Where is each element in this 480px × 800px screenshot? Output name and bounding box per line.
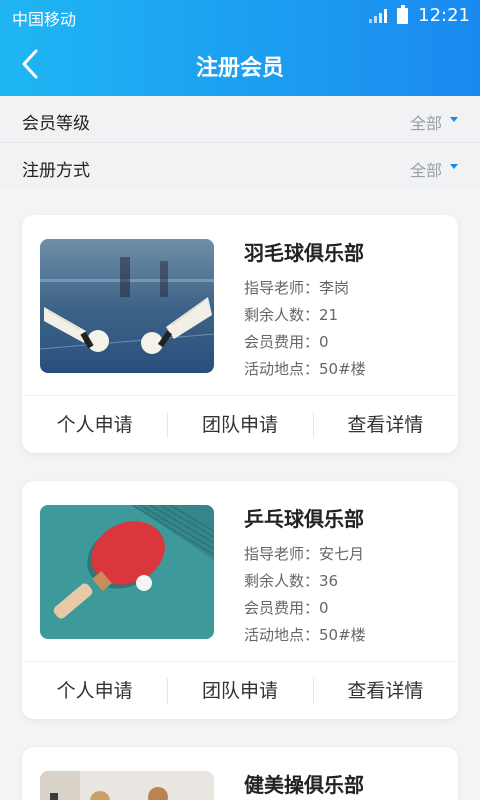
filter-value[interactable]: 全部	[410, 110, 442, 134]
info-value: 50#楼	[319, 360, 366, 378]
club-fee: 会员费用：0	[244, 331, 329, 352]
carrier-name: 中国移动	[12, 10, 77, 29]
club-card: 健美操俱乐部	[22, 747, 458, 800]
info-value: 21	[319, 306, 339, 324]
personal-apply-button[interactable]: 个人申请	[22, 662, 167, 720]
club-image	[40, 771, 214, 800]
team-apply-button[interactable]: 团队申请	[167, 662, 312, 720]
status-bar: 中国移动 12:21	[0, 0, 480, 32]
view-details-button[interactable]: 查看详情	[312, 662, 458, 720]
info-label: 活动地点：	[244, 626, 320, 644]
club-image	[40, 239, 214, 373]
filter-bar: 会员等级 全部 注册方式 全部	[0, 96, 480, 189]
caret-down-icon	[450, 164, 458, 169]
filter-value[interactable]: 全部	[410, 157, 442, 181]
filter-label: 会员等级	[22, 114, 90, 134]
status-icons: 12:21	[369, 4, 470, 26]
card-actions: 个人申请 团队申请 查看详情	[22, 395, 458, 453]
info-label: 活动地点：	[244, 360, 320, 378]
personal-apply-button[interactable]: 个人申请	[22, 396, 167, 454]
filter-label: 注册方式	[22, 161, 90, 181]
club-fee: 会员费用：0	[244, 597, 329, 618]
signal-icon	[369, 8, 388, 23]
info-value: 50#楼	[319, 626, 366, 644]
page-title: 注册会员	[195, 56, 284, 81]
info-label: 指导老师：	[244, 279, 320, 297]
club-name: 乒乓球俱乐部	[244, 507, 364, 531]
info-value: 李岗	[319, 279, 350, 297]
club-teacher: 指导老师：安七月	[244, 543, 364, 564]
info-value: 安七月	[319, 545, 365, 563]
info-value: 36	[319, 572, 339, 590]
club-card: 乒乓球俱乐部 指导老师：安七月 剩余人数：36 会员费用：0 活动地点：50#楼…	[22, 481, 458, 719]
club-remaining: 剩余人数：36	[244, 570, 338, 591]
app-header: 中国移动 12:21 注册会员	[0, 0, 480, 96]
info-label: 会员费用：	[244, 599, 320, 617]
club-name: 羽毛球俱乐部	[244, 241, 364, 265]
filter-member-level[interactable]: 会员等级 全部	[0, 96, 480, 143]
filter-register-method[interactable]: 注册方式 全部	[0, 143, 480, 189]
battery-icon	[397, 4, 409, 24]
info-label: 会员费用：	[244, 333, 320, 351]
view-details-button[interactable]: 查看详情	[312, 396, 458, 454]
info-value: 0	[319, 599, 329, 617]
club-teacher: 指导老师：李岗	[244, 277, 349, 298]
club-card: 羽毛球俱乐部 指导老师：李岗 剩余人数：21 会员费用：0 活动地点：50#楼 …	[22, 215, 458, 453]
info-label: 指导老师：	[244, 545, 320, 563]
club-location: 活动地点：50#楼	[244, 624, 366, 645]
info-value: 0	[319, 333, 329, 351]
team-apply-button[interactable]: 团队申请	[167, 396, 312, 454]
club-name: 健美操俱乐部	[244, 773, 364, 797]
card-actions: 个人申请 团队申请 查看详情	[22, 661, 458, 719]
club-image	[40, 505, 214, 639]
status-time: 12:21	[418, 5, 470, 26]
info-label: 剩余人数：	[244, 306, 320, 324]
club-location: 活动地点：50#楼	[244, 358, 366, 379]
info-label: 剩余人数：	[244, 572, 320, 590]
caret-down-icon	[450, 117, 458, 122]
club-remaining: 剩余人数：21	[244, 304, 338, 325]
